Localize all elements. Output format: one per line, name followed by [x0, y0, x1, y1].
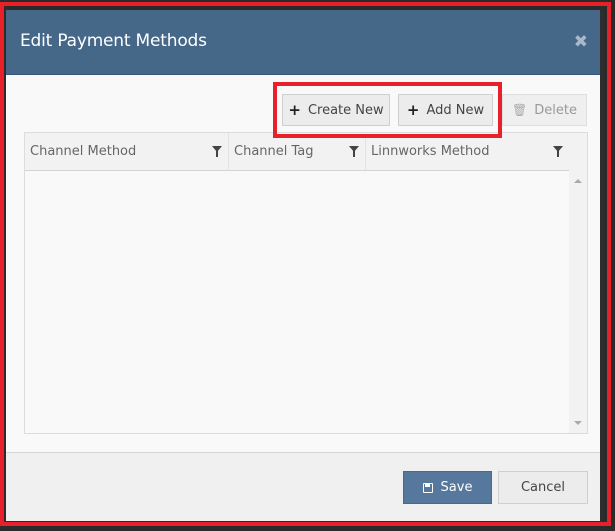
cancel-button[interactable]: Cancel [498, 471, 588, 504]
save-icon [422, 482, 433, 493]
close-icon[interactable]: ✖ [574, 32, 588, 52]
vertical-scrollbar[interactable] [569, 170, 587, 433]
column-channel-method[interactable]: Channel Method [25, 133, 229, 170]
cancel-label: Cancel [520, 480, 566, 495]
filter-icon[interactable] [212, 146, 222, 157]
scroll-up-icon[interactable] [574, 179, 582, 183]
column-label: Channel Tag [234, 144, 314, 159]
filter-icon[interactable] [553, 146, 563, 157]
plus-icon: + [288, 101, 301, 119]
dialog-title: Edit Payment Methods [20, 31, 207, 51]
add-new-button[interactable]: + Add New [398, 94, 493, 126]
column-label: Channel Method [30, 144, 137, 159]
create-new-button[interactable]: + Create New [282, 94, 390, 126]
trash-icon: 🗑 [512, 103, 528, 117]
grid-header: Channel Method Channel Tag Linnworks Met… [25, 133, 587, 171]
delete-button[interactable]: 🗑 Delete [502, 94, 587, 126]
dialog-footer: Save Cancel [6, 452, 600, 521]
save-button[interactable]: Save [403, 471, 492, 504]
column-channel-tag[interactable]: Channel Tag [229, 133, 366, 170]
filter-icon[interactable] [349, 146, 359, 157]
column-label: Linnworks Method [371, 144, 490, 159]
dialog-header: Edit Payment Methods ✖ [6, 10, 600, 75]
scroll-down-icon[interactable] [574, 421, 582, 425]
column-linnworks-method[interactable]: Linnworks Method [366, 133, 569, 170]
create-new-label: Create New [307, 102, 384, 118]
save-label: Save [440, 480, 473, 495]
delete-label: Delete [534, 102, 577, 118]
add-new-label: Add New [426, 102, 485, 118]
plus-icon: + [406, 101, 420, 119]
payment-methods-grid: Channel Method Channel Tag Linnworks Met… [24, 132, 588, 434]
edit-payment-methods-dialog: Edit Payment Methods ✖ + Create New + Ad… [6, 10, 603, 521]
